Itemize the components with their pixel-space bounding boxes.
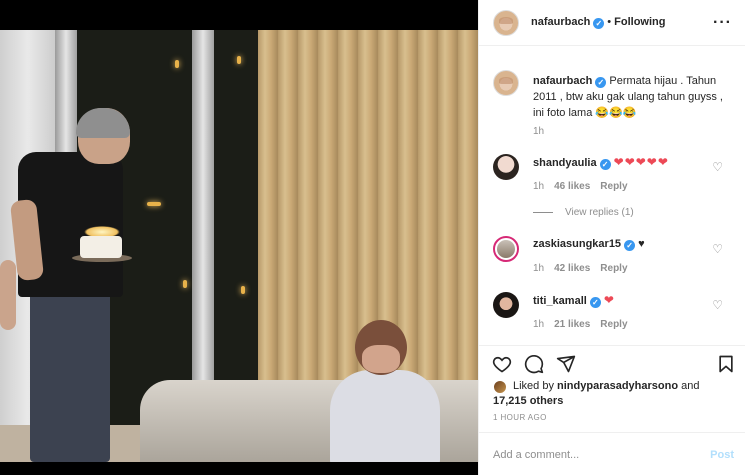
comment-time: 1h [533,181,545,192]
post-photo[interactable] [0,0,478,475]
comment-meta: 1h 46 likes Reply [533,181,628,192]
verified-badge-icon: ✓ [595,77,607,88]
city-light [175,60,179,68]
likes-summary: Liked by nindyparasadyharsono and 17,215… [493,379,733,409]
comment-likes[interactable]: 42 likes [554,263,590,274]
verified-badge-icon: ✓ [624,240,636,251]
comment: titi_kamall ✓ ❤ [533,293,708,309]
comment: shandyaulia ✓ ❤❤❤❤❤ [533,155,708,171]
username-link[interactable]: titi_kamall [533,295,587,307]
reply-button[interactable]: Reply [600,181,627,192]
likes-and: and [678,380,700,392]
heart-icon[interactable] [492,354,512,374]
header-user-line: nafaurbach ✓ • Following [531,16,665,29]
heart-icon[interactable]: ♡ [712,160,723,174]
liker-username-link[interactable]: nindyparasadyharsono [557,380,678,392]
verified-badge-icon: ✓ [599,159,611,170]
share-icon[interactable] [556,354,576,374]
woman-body [330,370,440,462]
comment-icon[interactable] [524,354,544,374]
post-header: nafaurbach ✓ • Following ··· [479,0,745,46]
reply-button[interactable]: Reply [600,263,627,274]
window-frame [192,30,214,430]
username-link[interactable]: nafaurbach [531,16,590,28]
city-light [237,56,241,64]
view-replies-link[interactable]: View replies (1) [533,207,634,218]
avatar[interactable] [493,236,519,262]
city-light [183,280,187,288]
heart-icon[interactable]: ♡ [712,242,723,256]
comment-time: 1h [533,319,545,330]
post-comment-button[interactable]: Post [710,449,734,461]
avatar[interactable] [493,10,519,36]
reply-button[interactable]: Reply [600,319,627,330]
birthday-cake [80,236,122,258]
comment-text: ❤❤❤❤❤ [613,155,669,169]
username-link[interactable]: shandyaulia [533,157,597,169]
comment-text: ♥ [638,238,645,250]
comment-meta: 1h 21 likes Reply [533,319,628,330]
username-link[interactable]: zaskiasungkar15 [533,238,621,250]
comment-likes[interactable]: 21 likes [554,319,590,330]
comment-time: 1h [533,263,545,274]
post-timestamp: 1 HOUR AGO [493,413,547,422]
add-comment-bar: Add a comment... Post [479,432,745,475]
man-legs [30,292,110,462]
city-light [147,202,161,206]
likes-count-link[interactable]: 17,215 others [493,395,563,407]
woman-face [362,345,400,373]
avatar[interactable] [493,154,519,180]
separator-dot: • [607,16,612,28]
comment-likes[interactable]: 46 likes [554,181,590,192]
more-options-icon[interactable]: ··· [713,14,732,32]
heart-icon[interactable]: ♡ [712,298,723,312]
comment-meta: 1h 42 likes Reply [533,263,628,274]
caption-time: 1h [533,126,545,137]
post-side-panel: nafaurbach ✓ • Following ··· nafaurbach ✓ Pe… [478,0,745,475]
avatar[interactable] [493,70,519,96]
verified-badge-icon: ✓ [593,18,605,29]
action-bar [479,345,745,375]
likes-prefix: Liked by [513,380,558,392]
hand-edge [0,260,16,330]
bookmark-icon[interactable] [716,354,736,374]
avatar[interactable] [493,292,519,318]
following-button[interactable]: Following [614,16,665,28]
caption: nafaurbach ✓ Permata hijau . Tahun 2011 ,… [533,73,728,121]
comment-text: ❤ [603,293,615,307]
comment: zaskiasungkar15 ✓ ♥ [533,237,708,252]
username-link[interactable]: nafaurbach [533,75,592,87]
verified-badge-icon: ✓ [589,297,601,308]
photo-scene [0,30,478,462]
city-light [241,286,245,294]
comment-input[interactable]: Add a comment... [493,449,579,461]
